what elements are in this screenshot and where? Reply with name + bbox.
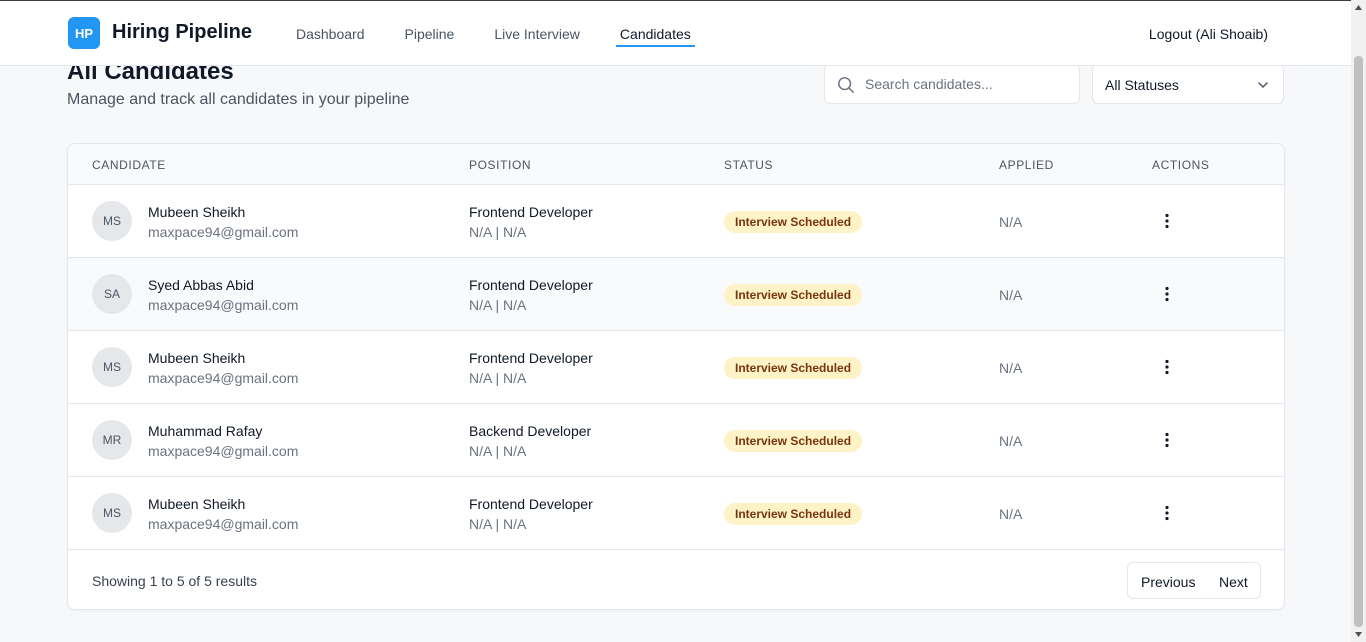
- candidate-location: N/A | N/A: [469, 370, 527, 386]
- top-navbar: HP Hiring Pipeline Dashboard Pipeline Li…: [0, 0, 1351, 66]
- pagination: Previous Next: [1127, 562, 1261, 599]
- more-actions-icon[interactable]: [1158, 285, 1176, 303]
- candidate-position: Frontend Developer: [469, 277, 593, 293]
- applied-date: N/A: [999, 433, 1023, 449]
- col-header-actions: ACTIONS: [1152, 158, 1210, 172]
- main-nav: Dashboard Pipeline Live Interview Candid…: [296, 26, 735, 47]
- table-row[interactable]: MS Mubeen Sheikh maxpace94@gmail.com Fro…: [68, 331, 1284, 404]
- candidate-name: Syed Abbas Abid: [148, 277, 254, 293]
- page-scrollbar[interactable]: [1351, 0, 1366, 642]
- status-badge: Interview Scheduled: [724, 211, 863, 233]
- more-actions-icon[interactable]: [1158, 431, 1176, 449]
- app-logo[interactable]: HP: [68, 17, 100, 49]
- nav-candidates[interactable]: Candidates: [615, 26, 695, 47]
- candidate-email: maxpace94@gmail.com: [148, 297, 299, 313]
- more-actions-icon[interactable]: [1158, 504, 1176, 522]
- status-badge: Interview Scheduled: [724, 503, 863, 525]
- candidate-name: Mubeen Sheikh: [148, 496, 246, 512]
- candidate-email: maxpace94@gmail.com: [148, 224, 299, 240]
- status-filter-value: All Statuses: [1105, 77, 1179, 93]
- candidates-table: CANDIDATE POSITION STATUS APPLIED ACTION…: [67, 143, 1285, 610]
- nav-live-interview[interactable]: Live Interview: [494, 26, 580, 47]
- search-field[interactable]: [824, 64, 1080, 104]
- more-actions-icon[interactable]: [1158, 358, 1176, 376]
- table-header: CANDIDATE POSITION STATUS APPLIED ACTION…: [68, 144, 1284, 185]
- candidate-name: Mubeen Sheikh: [148, 350, 246, 366]
- page-subtitle: Manage and track all candidates in your …: [67, 91, 410, 108]
- status-badge: Interview Scheduled: [724, 430, 863, 452]
- avatar: MS: [92, 493, 132, 533]
- candidate-location: N/A | N/A: [469, 443, 527, 459]
- candidate-position: Frontend Developer: [469, 204, 593, 220]
- candidate-position: Frontend Developer: [469, 496, 593, 512]
- candidate-email: maxpace94@gmail.com: [148, 370, 299, 386]
- status-badge: Interview Scheduled: [724, 284, 863, 306]
- logout-button[interactable]: Logout (Ali Shoaib): [1149, 26, 1268, 42]
- candidate-email: maxpace94@gmail.com: [148, 443, 299, 459]
- table-row[interactable]: SA Syed Abbas Abid maxpace94@gmail.com F…: [68, 258, 1284, 331]
- chevron-down-icon: [1258, 82, 1268, 88]
- next-button[interactable]: Next: [1219, 574, 1248, 590]
- search-input[interactable]: [865, 65, 1075, 103]
- avatar: MR: [92, 420, 132, 460]
- status-badge: Interview Scheduled: [724, 357, 863, 379]
- status-filter-select[interactable]: All Statuses: [1092, 64, 1284, 104]
- col-header-applied: APPLIED: [999, 158, 1054, 172]
- col-header-position: POSITION: [469, 158, 532, 172]
- nav-pipeline[interactable]: Pipeline: [405, 26, 455, 47]
- scroll-down-arrow-icon[interactable]: [1351, 627, 1366, 642]
- avatar: SA: [92, 274, 132, 314]
- scroll-up-arrow-icon[interactable]: [1351, 0, 1366, 15]
- candidate-location: N/A | N/A: [469, 516, 527, 532]
- applied-date: N/A: [999, 506, 1023, 522]
- table-row[interactable]: MS Mubeen Sheikh maxpace94@gmail.com Fro…: [68, 185, 1284, 258]
- applied-date: N/A: [999, 287, 1023, 303]
- col-header-candidate: CANDIDATE: [92, 158, 166, 172]
- candidate-location: N/A | N/A: [469, 297, 527, 313]
- applied-date: N/A: [999, 214, 1023, 230]
- search-icon: [838, 77, 854, 93]
- avatar: MS: [92, 201, 132, 241]
- scrollbar-thumb[interactable]: [1354, 56, 1363, 627]
- candidate-name: Muhammad Rafay: [148, 423, 263, 439]
- candidate-email: maxpace94@gmail.com: [148, 516, 299, 532]
- col-header-status: STATUS: [724, 158, 774, 172]
- applied-date: N/A: [999, 360, 1023, 376]
- table-row[interactable]: MS Mubeen Sheikh maxpace94@gmail.com Fro…: [68, 477, 1284, 550]
- avatar: MS: [92, 347, 132, 387]
- results-summary: Showing 1 to 5 of 5 results: [92, 573, 257, 589]
- candidate-name: Mubeen Sheikh: [148, 204, 246, 220]
- more-actions-icon[interactable]: [1158, 212, 1176, 230]
- table-row[interactable]: MR Muhammad Rafay maxpace94@gmail.com Ba…: [68, 404, 1284, 477]
- candidate-position: Backend Developer: [469, 423, 592, 439]
- previous-button[interactable]: Previous: [1141, 574, 1195, 590]
- app-title[interactable]: Hiring Pipeline: [112, 21, 252, 44]
- candidate-position: Frontend Developer: [469, 350, 593, 366]
- candidate-location: N/A | N/A: [469, 224, 527, 240]
- nav-dashboard[interactable]: Dashboard: [296, 26, 365, 47]
